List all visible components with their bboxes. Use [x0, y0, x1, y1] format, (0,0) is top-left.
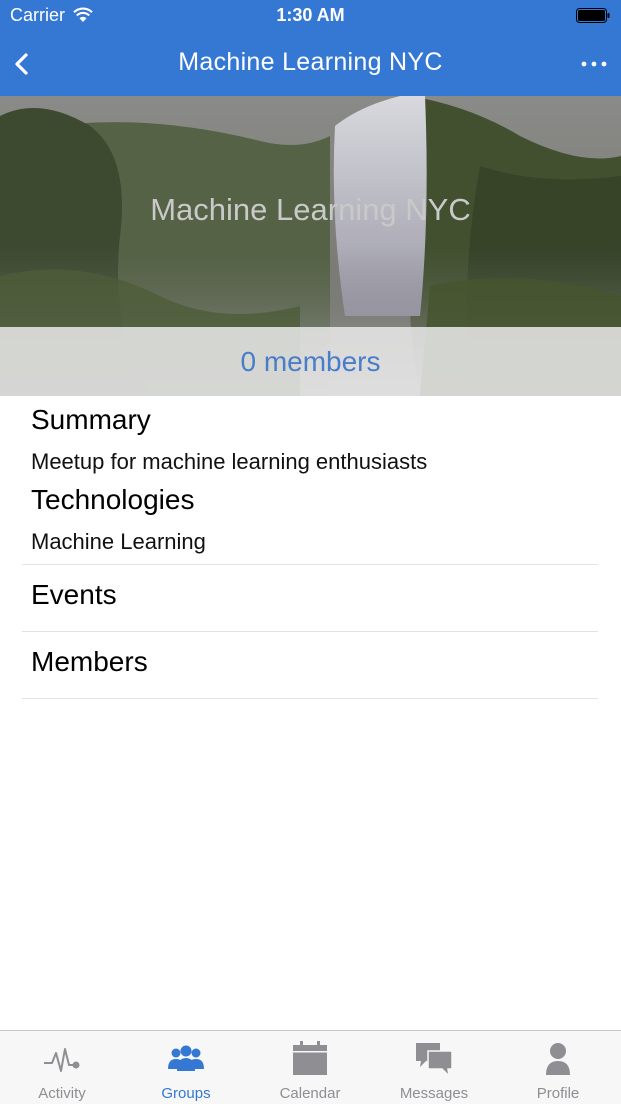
group-name-overlay: Machine Learning NYC — [150, 192, 471, 227]
status-bar: Carrier 1:30 AM — [0, 0, 621, 32]
tab-label: Profile — [536, 1085, 580, 1102]
summary-text: Meetup for machine learning enthusiasts — [31, 449, 428, 474]
tab-groups[interactable]: Groups — [124, 1031, 248, 1104]
groups-icon — [168, 1045, 204, 1071]
summary-heading: Summary — [31, 404, 151, 435]
member-count-link[interactable]: 0 members — [0, 346, 621, 378]
technologies-heading: Technologies — [31, 484, 195, 515]
activity-pulse-icon — [44, 1048, 80, 1072]
status-time: 1:30 AM — [276, 5, 345, 25]
more-options-button[interactable] — [576, 52, 612, 76]
tab-activity[interactable]: Activity — [0, 1031, 124, 1104]
tab-label: Groups — [161, 1085, 211, 1102]
navigation-bar: Machine Learning NYC — [0, 32, 621, 96]
profile-icon — [546, 1043, 570, 1075]
tab-profile[interactable]: Profile — [496, 1031, 620, 1104]
group-detail-screen: Carrier 1:30 AM Machine Learning NYC Mac… — [0, 0, 621, 1104]
tab-messages[interactable]: Messages — [372, 1031, 496, 1104]
calendar-icon — [293, 1041, 327, 1075]
tab-bar: Activity Groups Calendar Messages Profil… — [0, 1030, 621, 1104]
tab-label: Calendar — [279, 1085, 341, 1102]
nav-title: Machine Learning NYC — [178, 48, 443, 76]
tab-label: Activity — [38, 1085, 86, 1102]
ellipsis-icon — [581, 61, 607, 67]
top-bar: Carrier 1:30 AM Machine Learning NYC — [0, 0, 621, 96]
tab-label: Messages — [399, 1085, 469, 1102]
tab-calendar[interactable]: Calendar — [248, 1031, 372, 1104]
members-label: Members — [31, 646, 148, 677]
events-label: Events — [31, 579, 117, 610]
technologies-text: Machine Learning — [31, 529, 206, 554]
battery-icon — [576, 8, 610, 23]
events-row[interactable]: Events — [22, 565, 598, 631]
messages-icon — [416, 1043, 453, 1079]
divider — [22, 698, 598, 699]
group-cover-image: Machine Learning NYC 0 members — [0, 96, 621, 396]
members-row[interactable]: Members — [22, 632, 598, 698]
